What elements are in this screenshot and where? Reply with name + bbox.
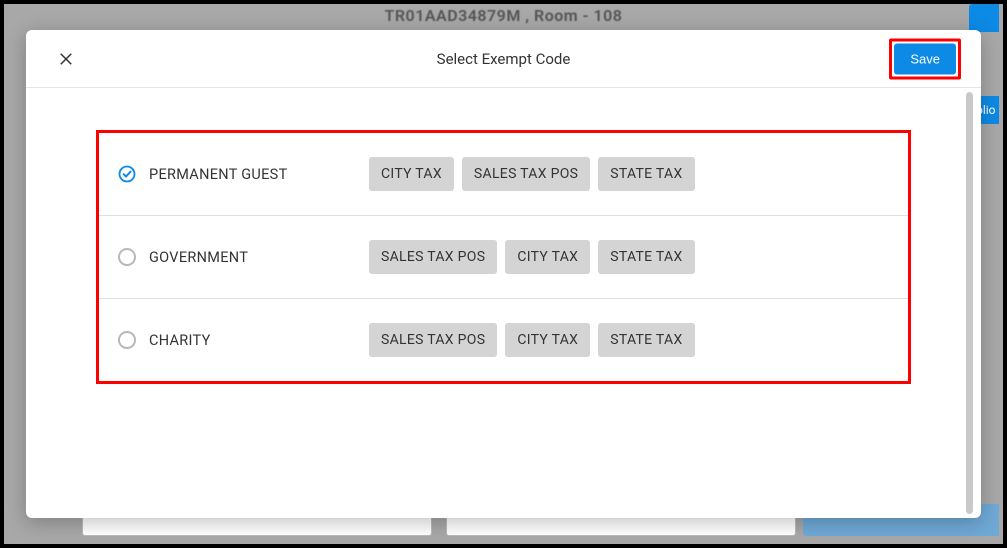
select-exempt-code-modal: Select Exempt Code Save PERMANENT GUEST … [26,30,981,518]
modal-header: Select Exempt Code Save [26,30,981,88]
exempt-option-label: CHARITY [141,332,369,349]
exempt-option-row: PERMANENT GUEST CITY TAX SALES TAX POS S… [99,133,908,216]
exempt-code-options-highlight: PERMANENT GUEST CITY TAX SALES TAX POS S… [96,130,911,384]
tax-tag[interactable]: STATE TAX [598,157,694,191]
tax-tag-list: SALES TAX POS CITY TAX STATE TAX [369,240,695,274]
radio-charity[interactable] [113,331,141,349]
background-header-text: TR01AAD34879M , Room - 108 [4,4,1003,25]
tax-tag[interactable]: CITY TAX [505,323,590,357]
tax-tag[interactable]: STATE TAX [598,240,694,274]
save-button-highlight: Save [889,38,961,79]
radio-government[interactable] [113,248,141,266]
exempt-option-row: GOVERNMENT SALES TAX POS CITY TAX STATE … [99,216,908,299]
scrollbar[interactable] [966,92,973,514]
tax-tag[interactable]: STATE TAX [598,323,694,357]
exempt-option-label: PERMANENT GUEST [141,166,369,183]
exempt-option-label: GOVERNMENT [141,249,369,266]
exempt-option-row: CHARITY SALES TAX POS CITY TAX STATE TAX [99,299,908,381]
modal-body: PERMANENT GUEST CITY TAX SALES TAX POS S… [26,88,981,518]
close-button[interactable] [54,47,78,71]
radio-unselected-icon [118,248,136,266]
tax-tag-list: SALES TAX POS CITY TAX STATE TAX [369,323,695,357]
tax-tag[interactable]: SALES TAX POS [369,240,497,274]
radio-selected-icon [117,164,137,184]
tax-tag[interactable]: CITY TAX [505,240,590,274]
save-button[interactable]: Save [894,43,956,74]
tax-tag-list: CITY TAX SALES TAX POS STATE TAX [369,157,695,191]
radio-unselected-icon [118,331,136,349]
radio-permanent-guest[interactable] [113,164,141,184]
tax-tag[interactable]: SALES TAX POS [462,157,590,191]
modal-title: Select Exempt Code [46,50,961,68]
tax-tag[interactable]: CITY TAX [369,157,454,191]
tax-tag[interactable]: SALES TAX POS [369,323,497,357]
background-corner-button [969,4,999,32]
close-icon [57,50,75,68]
